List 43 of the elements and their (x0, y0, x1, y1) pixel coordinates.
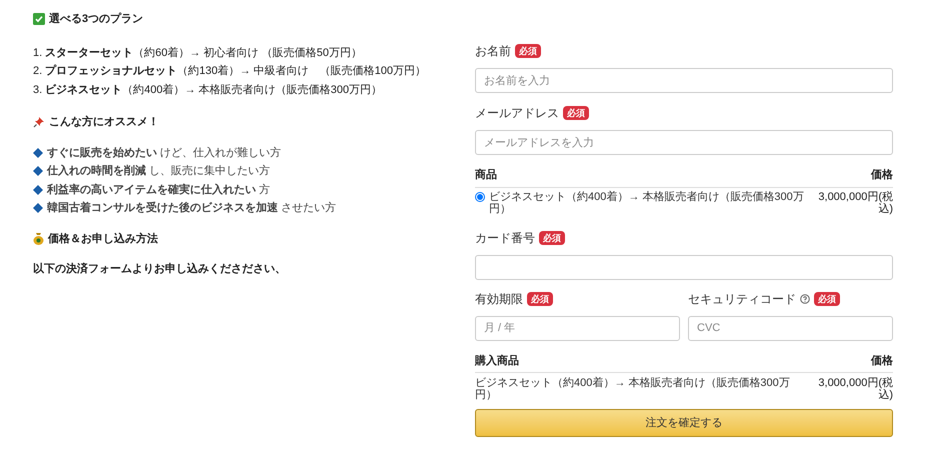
product-name: ビジネスセット（約400着）→ 本格販売者向け（販売価格300万円） (489, 190, 805, 214)
field-label: お名前 (475, 43, 511, 60)
diamond-icon (33, 148, 43, 158)
field-label: 有効期限 (475, 290, 523, 308)
required-badge: 必須 (527, 292, 553, 306)
field-label: セキュリティコード (688, 290, 796, 308)
column-header: 購入商品 (475, 354, 519, 368)
recommend-item: 韓国古着コンサルを受けた後のビジネスを加速 させたい方 (47, 200, 336, 216)
recommend-item: すぐに販売を始めたい けど、仕入れが難しい方 (47, 146, 282, 160)
pushpin-icon (33, 116, 45, 128)
column-header: 価格 (871, 354, 893, 368)
product-name: ビジネスセット（約400着）→ 本格販売者向け（販売価格300万円） (475, 377, 791, 401)
instruction-text: 以下の決済フォームよりお申し込みくださださい、 (33, 262, 287, 277)
name-field[interactable]: お名前を入力 (475, 68, 893, 93)
required-badge: 必須 (515, 44, 541, 58)
plan-item: 1. スターターセット（約60着）→ 初心者向け （販売価格50万円） (33, 46, 363, 60)
cvc-field[interactable]: CVC (688, 316, 893, 340)
email-field[interactable]: メールアドレスを入力 (475, 130, 893, 155)
section-title: 価格＆お申し込み方法 (48, 232, 158, 246)
diamond-icon (33, 203, 43, 214)
field-label: カード番号 (475, 230, 535, 246)
expiry-field[interactable]: 月 / 年 (475, 316, 680, 340)
help-icon[interactable] (800, 294, 810, 304)
diamond-icon (33, 184, 43, 195)
product-price: 3,000,000円(税込) (817, 377, 893, 401)
plan-item: 2. プロフェッショナルセット（約130着）→ 中級者向け （販売価格100万円） (33, 64, 427, 79)
column-header: 価格 (871, 168, 893, 183)
section-title: 選べる3つのプラン (49, 12, 144, 27)
product-radio[interactable] (475, 192, 485, 202)
check-icon (33, 13, 45, 26)
submit-button[interactable]: 注文を確定する (475, 409, 893, 437)
field-label: メールアドレス (475, 105, 559, 122)
section-title: こんな方にオススメ！ (49, 114, 159, 130)
plan-item: 3. ビジネスセット（約400着）→ 本格販売者向け（販売価格300万円） (33, 82, 383, 98)
recommend-item: 利益率の高いアイテムを確実に仕入れたい 方 (47, 182, 270, 198)
required-badge: 必須 (814, 292, 840, 306)
column-header: 商品 (475, 168, 497, 183)
card-number-field[interactable] (475, 254, 893, 280)
recommend-item: 仕入れの時間を削減 し、販売に集中したい方 (47, 164, 270, 179)
required-badge: 必須 (563, 106, 589, 120)
diamond-icon (33, 166, 43, 176)
product-price: 3,000,000円(税込) (817, 190, 893, 214)
required-badge: 必須 (539, 230, 565, 244)
